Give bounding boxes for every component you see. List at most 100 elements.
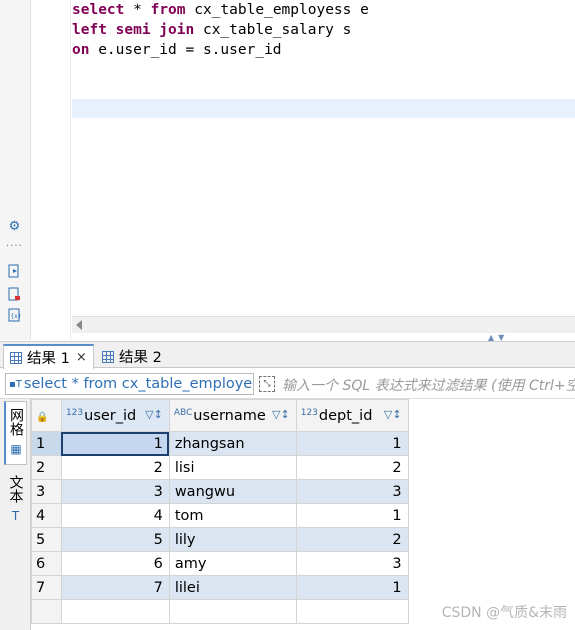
result-table: 🔒 123user_id ▽↕ ABCusername ▽↕ 123dept_id ▽… bbox=[31, 399, 575, 624]
cell-user-id[interactable]: 3 bbox=[60, 479, 170, 504]
cell-user-id[interactable]: 5 bbox=[60, 527, 170, 552]
row-number[interactable]: 2 bbox=[31, 455, 62, 480]
more-dots-icon[interactable]: ···· bbox=[6, 241, 23, 252]
sql-text: cx_table_salary s bbox=[194, 22, 352, 38]
column-name: dept_id bbox=[318, 407, 373, 424]
empty-cell bbox=[168, 599, 297, 624]
cell-dept-id[interactable]: 3 bbox=[295, 551, 409, 576]
export-file-icon[interactable] bbox=[7, 286, 22, 301]
empty-space bbox=[408, 456, 574, 480]
cell-dept-id[interactable]: 1 bbox=[295, 503, 409, 528]
table-row[interactable]: 5 5 lily 2 bbox=[31, 527, 575, 552]
sql-line-2[interactable]: left semi join cx_table_salary s bbox=[72, 20, 351, 40]
row-number bbox=[31, 599, 62, 624]
tab-label: 网格 bbox=[8, 408, 24, 436]
filter-sort-icon[interactable]: ▽↕ bbox=[384, 408, 402, 421]
text-view-icon: T bbox=[11, 509, 20, 523]
grid-icon bbox=[102, 350, 114, 363]
cell-user-id[interactable]: 7 bbox=[60, 575, 170, 600]
column-header-user-id[interactable]: 123user_id ▽↕ bbox=[60, 399, 170, 432]
close-icon[interactable]: × bbox=[76, 350, 87, 365]
row-number[interactable]: 1 bbox=[31, 431, 62, 456]
row-number[interactable]: 5 bbox=[31, 527, 62, 552]
table-row[interactable]: 6 6 amy 3 bbox=[31, 551, 575, 576]
settings-gear-icon[interactable]: ⚙ bbox=[7, 219, 22, 234]
cell-username[interactable]: amy bbox=[168, 551, 297, 576]
variables-icon[interactable]: {x} bbox=[7, 307, 22, 322]
grid-icon: ▦ bbox=[10, 442, 22, 456]
cell-username[interactable]: lisi bbox=[168, 455, 297, 480]
empty-space bbox=[408, 528, 574, 552]
tab-label: 文本 bbox=[7, 475, 24, 503]
editor-fold-column bbox=[31, 0, 71, 340]
filter-bar: ▪T select * from cx_table_employess e ⤡ … bbox=[0, 369, 575, 399]
tab-result-2[interactable]: 结果 2 bbox=[96, 344, 168, 369]
cell-username[interactable]: zhangsan bbox=[168, 431, 297, 456]
column-header-username[interactable]: ABCusername ▽↕ bbox=[168, 399, 297, 432]
tab-label: 结果 2 bbox=[119, 350, 162, 366]
sql-line-3[interactable]: on e.user_id = s.user_id bbox=[72, 40, 282, 60]
cell-user-id[interactable]: 6 bbox=[60, 551, 170, 576]
scroll-left-arrow-icon[interactable] bbox=[76, 320, 82, 330]
svg-text:{x}: {x} bbox=[11, 313, 22, 320]
empty-header-space bbox=[408, 399, 575, 432]
empty-space bbox=[408, 480, 574, 504]
column-name: username bbox=[193, 407, 266, 424]
watermark: CSDN @气质&末雨 bbox=[441, 605, 567, 621]
row-number[interactable]: 7 bbox=[31, 575, 62, 600]
type-numeric-icon: 123 bbox=[300, 407, 318, 418]
table-row[interactable]: 1 1 zhangsan 1 bbox=[31, 431, 575, 456]
column-name: user_id bbox=[84, 407, 137, 424]
row-number[interactable]: 4 bbox=[31, 503, 62, 528]
column-header-dept-id[interactable]: 123dept_id ▽↕ bbox=[295, 399, 409, 432]
cell-username[interactable]: tom bbox=[168, 503, 297, 528]
empty-cell bbox=[60, 599, 170, 624]
filter-expression-input[interactable]: 输入一个 SQL 表达式来过滤结果 (使用 Ctrl+空格) bbox=[282, 375, 575, 395]
sql-keyword: left bbox=[72, 22, 107, 38]
cell-dept-id[interactable]: 2 bbox=[295, 455, 409, 480]
empty-space bbox=[408, 504, 574, 528]
query-text: select * from cx_table_employess e bbox=[23, 376, 254, 392]
cell-dept-id[interactable]: 3 bbox=[295, 479, 409, 504]
tab-text-view[interactable]: 文本 T bbox=[4, 475, 27, 535]
table-row[interactable]: 4 4 tom 1 bbox=[31, 503, 575, 528]
empty-space bbox=[408, 552, 574, 576]
cell-dept-id[interactable]: 1 bbox=[295, 575, 409, 600]
table-row[interactable]: 3 3 wangwu 3 bbox=[31, 479, 575, 504]
filter-sort-icon[interactable]: ▽↕ bbox=[145, 408, 163, 421]
cell-username[interactable]: lily bbox=[168, 527, 297, 552]
type-text-icon: ABC bbox=[173, 407, 193, 418]
tab-grid-view[interactable]: 网格 ▦ bbox=[4, 401, 27, 465]
table-row[interactable]: 2 2 lisi 2 bbox=[31, 455, 575, 480]
row-number[interactable]: 3 bbox=[31, 479, 62, 504]
query-filter-field[interactable]: ▪T select * from cx_table_employess e bbox=[5, 373, 254, 395]
empty-space bbox=[408, 432, 574, 456]
row-number[interactable]: 6 bbox=[31, 551, 62, 576]
table-row[interactable]: 7 7 lilei 1 bbox=[31, 575, 575, 600]
sql-keyword: on bbox=[72, 42, 90, 58]
expand-filter-icon[interactable]: ⤡ bbox=[259, 376, 275, 392]
cell-dept-id[interactable]: 2 bbox=[295, 527, 409, 552]
cell-user-id[interactable]: 1 bbox=[60, 431, 170, 456]
view-mode-tabs: 网格 ▦ 文本 T bbox=[0, 399, 31, 630]
filter-icon: ▪T bbox=[9, 378, 22, 390]
grid-icon bbox=[10, 351, 22, 364]
result-grid[interactable]: 🔒 123user_id ▽↕ ABCusername ▽↕ 123dept_id ▽… bbox=[31, 399, 575, 630]
cell-dept-id[interactable]: 1 bbox=[295, 431, 409, 456]
cell-user-id[interactable]: 2 bbox=[60, 455, 170, 480]
current-line-highlight bbox=[72, 99, 575, 118]
tab-label: 结果 1 bbox=[27, 351, 70, 367]
grid-corner: 🔒 bbox=[31, 399, 62, 432]
sql-text: * bbox=[124, 2, 151, 18]
filter-sort-icon[interactable]: ▽↕ bbox=[272, 408, 290, 421]
execute-script-icon[interactable] bbox=[7, 263, 22, 278]
sql-keyword: semi join bbox=[115, 22, 195, 38]
sql-line-1[interactable]: select * from cx_table_employess e bbox=[72, 0, 369, 20]
cell-user-id[interactable]: 4 bbox=[60, 503, 170, 528]
editor-horizontal-scrollbar[interactable] bbox=[72, 316, 575, 333]
sql-editor[interactable]: ⚙ ···· {x} select * from cx_table_employ… bbox=[0, 0, 575, 342]
cell-username[interactable]: lilei bbox=[168, 575, 297, 600]
cell-username[interactable]: wangwu bbox=[168, 479, 297, 504]
tab-result-1[interactable]: 结果 1 × bbox=[3, 344, 94, 369]
